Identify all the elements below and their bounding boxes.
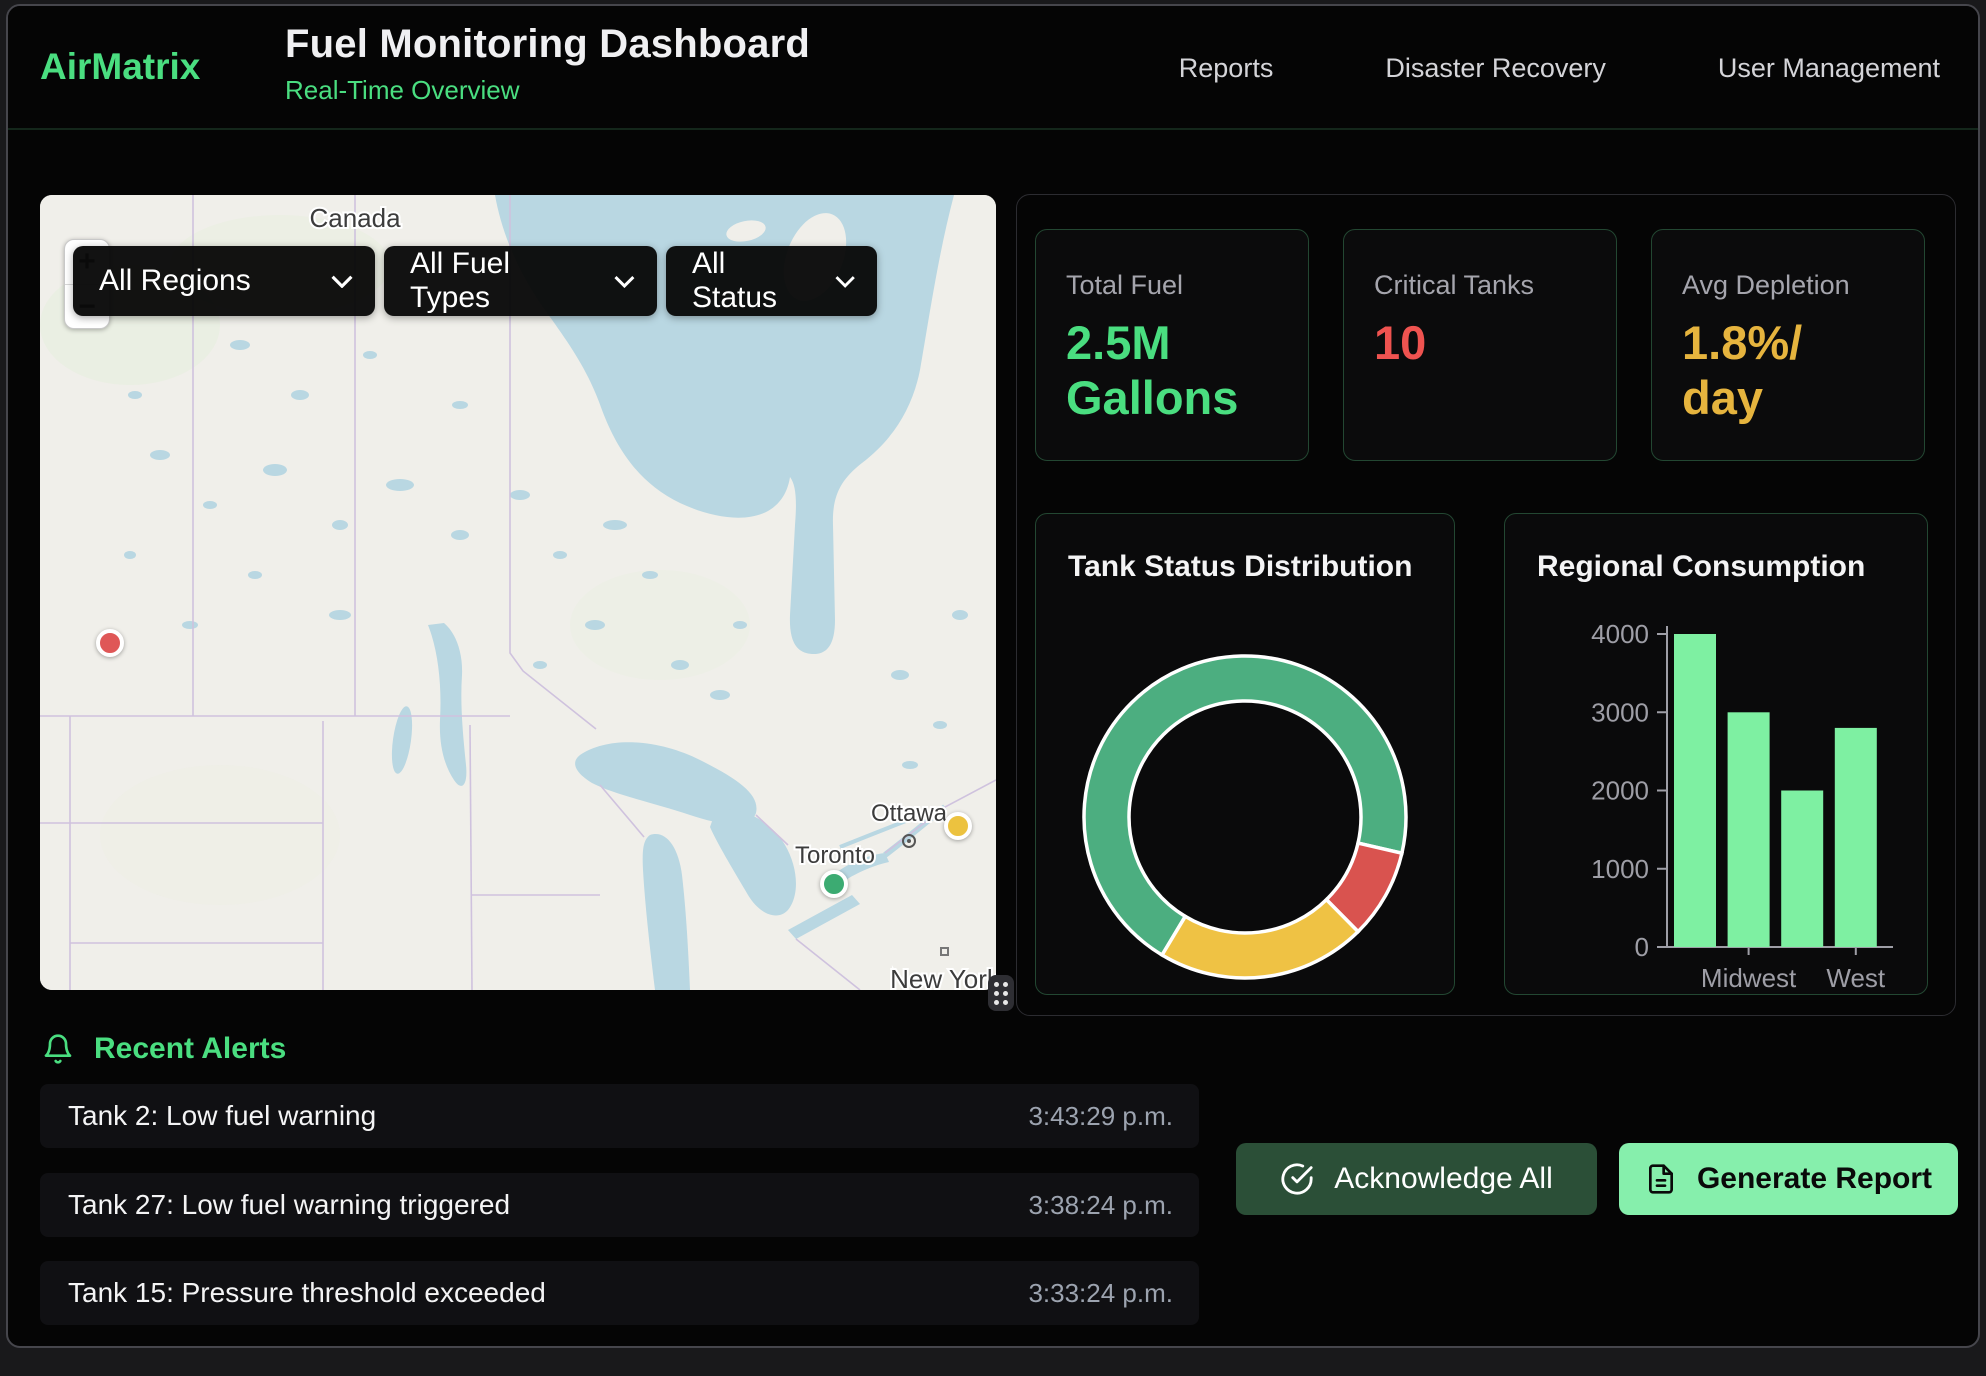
main-nav: Reports Disaster Recovery User Managemen… — [1179, 6, 1940, 130]
region-filter-value: All Regions — [99, 264, 251, 298]
tank-status-card: Tank Status Distribution — [1035, 513, 1455, 995]
app-window: AirMatrix Fuel Monitoring Dashboard Real… — [6, 4, 1980, 1348]
alert-row[interactable]: Tank 2: Low fuel warning 3:43:29 p.m. — [40, 1084, 1199, 1148]
tank-marker-normal[interactable] — [820, 870, 848, 898]
nav-reports[interactable]: Reports — [1179, 53, 1274, 84]
chart-title: Tank Status Distribution — [1068, 550, 1412, 584]
acknowledge-all-button[interactable]: Acknowledge All — [1236, 1143, 1597, 1215]
svg-text:4000: 4000 — [1591, 619, 1649, 649]
drag-handle-icon[interactable] — [988, 975, 1014, 1011]
regional-consumption-chart: 0 1000 2000 3000 4000 Midwest West — [1505, 514, 1929, 996]
stat-card-critical-tanks: Critical Tanks 10 — [1343, 229, 1617, 461]
map-label-new-york: New York — [890, 964, 996, 990]
svg-text:Midwest: Midwest — [1701, 963, 1797, 993]
stat-label: Avg Depletion — [1682, 270, 1894, 301]
map-filters: All Regions All Fuel Types All Status — [73, 246, 877, 316]
stat-label: Total Fuel — [1066, 270, 1278, 301]
generate-report-button[interactable]: Generate Report — [1619, 1143, 1958, 1215]
nav-disaster-recovery[interactable]: Disaster Recovery — [1385, 53, 1606, 84]
svg-text:2000: 2000 — [1591, 776, 1649, 806]
stat-value: 10 — [1374, 315, 1586, 370]
bell-icon — [42, 1033, 74, 1065]
stat-card-total-fuel: Total Fuel 2.5M Gallons — [1035, 229, 1309, 461]
header: AirMatrix Fuel Monitoring Dashboard Real… — [8, 6, 1978, 130]
status-filter-dropdown[interactable]: All Status — [666, 246, 877, 316]
alert-row[interactable]: Tank 27: Low fuel warning triggered 3:38… — [40, 1173, 1199, 1237]
tank-marker-critical[interactable] — [96, 629, 124, 657]
chevron-down-icon — [614, 275, 635, 288]
chevron-down-icon — [835, 275, 855, 288]
tank-marker-warning[interactable] — [944, 812, 972, 840]
region-filter-dropdown[interactable]: All Regions — [73, 246, 375, 316]
svg-text:3000: 3000 — [1591, 697, 1649, 727]
file-text-icon — [1645, 1163, 1677, 1195]
regional-consumption-card: Regional Consumption 01000200030004000Mi… — [1504, 513, 1928, 995]
svg-text:0: 0 — [1635, 932, 1649, 962]
alert-timestamp: 3:43:29 p.m. — [1028, 1101, 1173, 1132]
alert-timestamp: 3:38:24 p.m. — [1028, 1190, 1173, 1221]
page-title: Fuel Monitoring Dashboard — [285, 22, 810, 67]
page-subtitle: Real-Time Overview — [285, 75, 810, 106]
alerts-title: Recent Alerts — [94, 1032, 286, 1066]
stat-card-avg-depletion: Avg Depletion 1.8%/ day — [1651, 229, 1925, 461]
alert-text: Tank 15: Pressure threshold exceeded — [68, 1277, 546, 1309]
alert-text: Tank 27: Low fuel warning triggered — [68, 1189, 510, 1221]
fuel-map[interactable]: Canada Ottawa Toronto New York + − All R… — [40, 195, 996, 990]
alert-row[interactable]: Tank 15: Pressure threshold exceeded 3:3… — [40, 1261, 1199, 1325]
stat-value: 2.5M Gallons — [1066, 315, 1278, 426]
svg-text:1000: 1000 — [1591, 854, 1649, 884]
svg-text:West: West — [1826, 963, 1886, 993]
stat-value: 1.8%/ day — [1682, 315, 1894, 426]
alert-timestamp: 3:33:24 p.m. — [1028, 1278, 1173, 1309]
stat-label: Critical Tanks — [1374, 270, 1586, 301]
overview-panel: Total Fuel 2.5M Gallons Critical Tanks 1… — [1016, 194, 1956, 1016]
tank-status-donut — [1075, 647, 1415, 987]
fuel-type-filter-dropdown[interactable]: All Fuel Types — [384, 246, 657, 316]
map-label-country: Canada — [309, 203, 401, 233]
chevron-down-icon — [331, 275, 353, 288]
check-circle-icon — [1280, 1162, 1314, 1196]
status-filter-value: All Status — [692, 247, 809, 315]
nav-user-management[interactable]: User Management — [1718, 53, 1940, 84]
fuel-type-filter-value: All Fuel Types — [410, 247, 588, 315]
alert-text: Tank 2: Low fuel warning — [68, 1100, 376, 1132]
alerts-header: Recent Alerts — [42, 1032, 286, 1066]
brand-logo: AirMatrix — [40, 46, 200, 88]
map-label-toronto: Toronto — [795, 842, 875, 869]
map-label-ottawa: Ottawa — [871, 800, 948, 827]
